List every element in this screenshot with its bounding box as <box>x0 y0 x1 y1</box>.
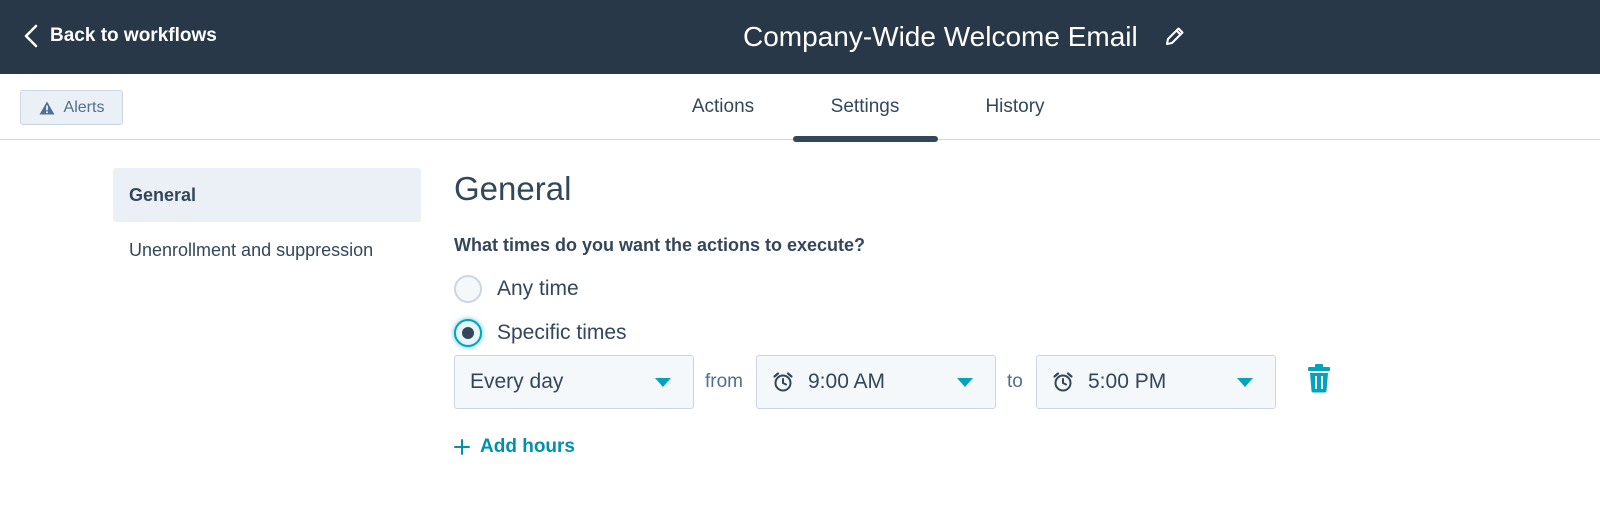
chevron-left-icon <box>24 24 38 48</box>
alerts-button[interactable]: Alerts <box>20 90 123 125</box>
alarm-clock-icon <box>773 372 793 392</box>
tab-settings[interactable]: Settings <box>793 74 937 140</box>
workflow-subnav: Alerts Actions Settings History <box>0 74 1600 140</box>
back-link-label: Back to workflows <box>50 25 217 46</box>
start-time-value: 9:00 AM <box>808 370 886 393</box>
caret-down-icon <box>1237 378 1253 387</box>
radio-button-checked[interactable] <box>454 319 482 347</box>
alerts-label: Alerts <box>63 98 105 116</box>
alarm-clock-icon <box>1053 372 1073 392</box>
warning-icon <box>39 101 55 114</box>
add-hours-label: Add hours <box>480 436 575 457</box>
tab-history[interactable]: History <box>960 74 1070 140</box>
end-time-dropdown[interactable]: 5:00 PM <box>1036 355 1276 409</box>
radio-specific-times[interactable]: Specific times <box>454 318 627 348</box>
radio-label-any-time: Any time <box>497 277 579 300</box>
days-dropdown[interactable]: Every day <box>454 355 694 409</box>
radio-button-unchecked[interactable] <box>454 275 482 303</box>
pencil-icon[interactable] <box>1163 24 1187 48</box>
sidebar-item-unenrollment[interactable]: Unenrollment and suppression <box>113 232 421 268</box>
workflow-header: Back to workflows Company-Wide Welcome E… <box>0 0 1600 74</box>
back-to-workflows-link[interactable]: Back to workflows <box>24 20 217 52</box>
radio-any-time[interactable]: Any time <box>454 274 579 304</box>
execution-times-question: What times do you want the actions to ex… <box>454 235 866 255</box>
to-label: to <box>1007 371 1023 392</box>
caret-down-icon <box>655 378 671 387</box>
plus-icon <box>454 439 470 455</box>
end-time-value: 5:00 PM <box>1088 370 1167 393</box>
active-tab-indicator <box>793 136 938 142</box>
add-hours-button[interactable]: Add hours <box>454 432 575 462</box>
days-value: Every day <box>470 370 564 393</box>
caret-down-icon <box>957 378 973 387</box>
section-title: General <box>454 170 572 207</box>
tab-actions[interactable]: Actions <box>668 74 778 140</box>
workflow-title: Company-Wide Welcome Email <box>743 21 1138 52</box>
trash-icon[interactable] <box>1307 363 1331 393</box>
sidebar-item-general[interactable]: General <box>113 168 421 222</box>
start-time-dropdown[interactable]: 9:00 AM <box>756 355 996 409</box>
from-label: from <box>705 371 743 392</box>
radio-label-specific-times: Specific times <box>497 321 627 344</box>
radio-dot <box>462 327 474 339</box>
